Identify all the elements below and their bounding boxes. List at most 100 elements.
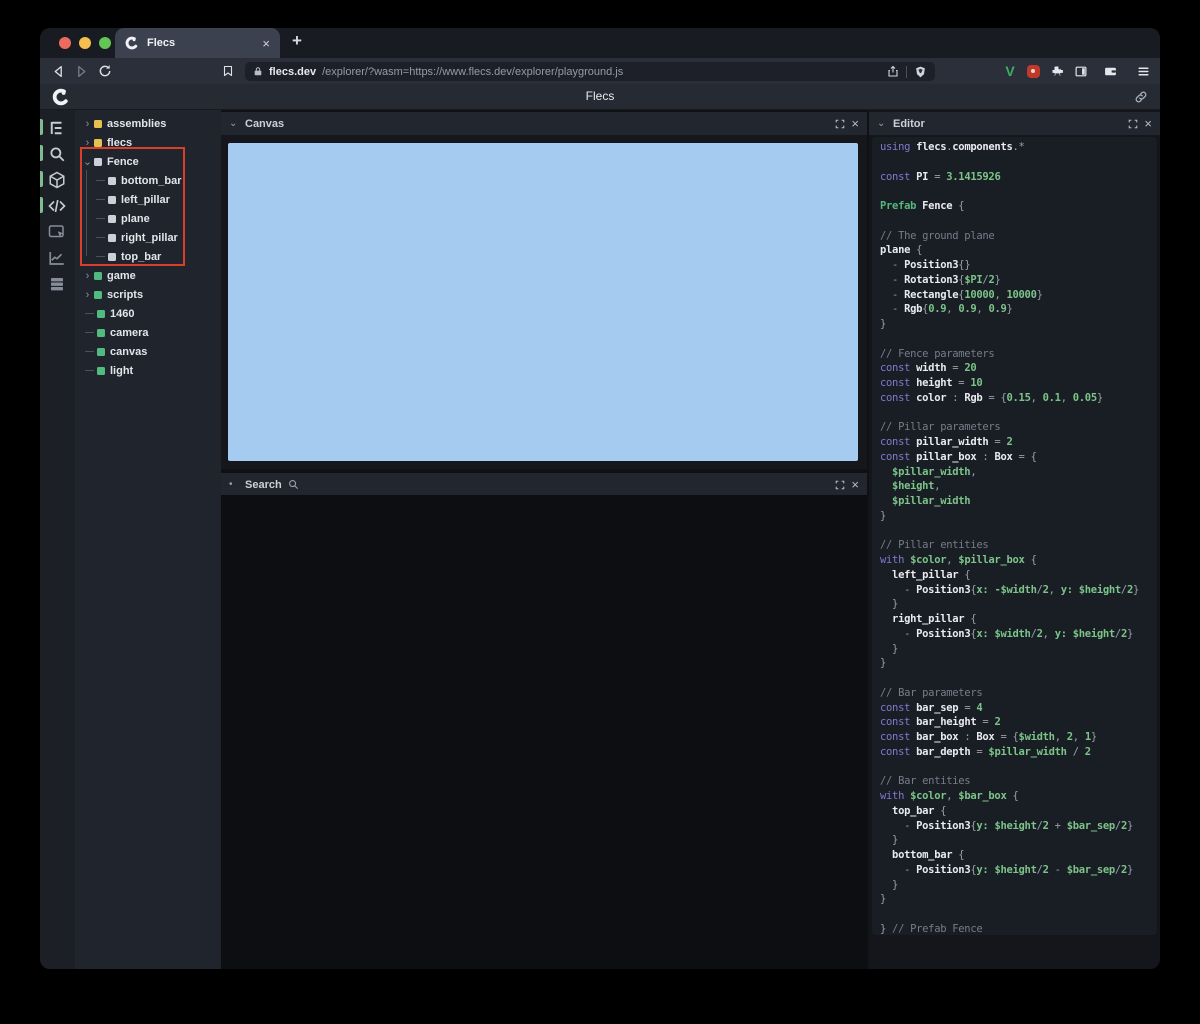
nav-inspector-icon[interactable]	[40, 220, 75, 244]
collapse-chevron-icon[interactable]: ⌄	[877, 118, 887, 129]
tree-item-light[interactable]: light	[75, 361, 221, 380]
tree-item-canvas[interactable]: canvas	[75, 342, 221, 361]
tree-item-game[interactable]: › game	[75, 266, 221, 285]
code-line: with $color, $pillar_box {	[880, 554, 1037, 566]
collapse-chevron-icon[interactable]: ⌄	[229, 118, 239, 129]
nav-search-icon[interactable]	[40, 142, 75, 166]
tree-item-Fence[interactable]: ⌄ Fence	[75, 152, 221, 171]
bookmark-icon[interactable]	[218, 61, 238, 81]
new-tab-button[interactable]: +	[292, 31, 302, 51]
tree-item-label: right_pillar	[121, 231, 178, 244]
fullscreen-icon[interactable]	[835, 480, 845, 490]
tree-connector-line	[86, 170, 87, 256]
screenshot-stage: Flecs × + flecs.dev /explorer/?wasm=http…	[0, 0, 1200, 1024]
tree-item-label: plane	[121, 212, 150, 225]
close-panel-icon[interactable]: ×	[1144, 116, 1152, 131]
code-line: // The ground plane	[880, 229, 995, 242]
canvas-panel-body	[221, 135, 867, 469]
code-line: const bar_sep = 4	[880, 701, 983, 714]
minimize-window-button[interactable]	[79, 37, 91, 49]
tree-item-assemblies[interactable]: › assemblies	[75, 114, 221, 133]
close-panel-icon[interactable]: ×	[851, 116, 859, 131]
nav-rows-icon[interactable]	[40, 272, 75, 296]
code-line: plane {	[880, 244, 923, 257]
nav-cube-icon[interactable]	[40, 168, 75, 192]
nav-code-icon[interactable]	[40, 194, 75, 218]
entity-square-icon	[108, 214, 116, 223]
chevron-right-icon[interactable]: ›	[81, 137, 94, 149]
back-icon[interactable]	[48, 61, 68, 81]
nav-tree-icon[interactable]	[40, 116, 75, 140]
url-bar[interactable]: flecs.dev /explorer/?wasm=https://www.fl…	[245, 62, 935, 81]
extension-v-icon[interactable]: V	[1000, 61, 1020, 81]
code-line: - Position3{x: -$width/2, y: $height/2}	[880, 583, 1140, 596]
tree-item-1460[interactable]: 1460	[75, 304, 221, 323]
browser-toolbar: flecs.dev /explorer/?wasm=https://www.fl…	[40, 58, 1160, 84]
close-window-button[interactable]	[59, 37, 71, 49]
tree-item-label: Fence	[107, 155, 139, 168]
menu-icon[interactable]	[1133, 61, 1153, 81]
code-line: }	[880, 878, 899, 891]
search-panel-header[interactable]: • Search ×	[221, 473, 867, 496]
code-line: const pillar_box : Box = {	[880, 450, 1037, 463]
flecs-favicon	[125, 36, 139, 50]
extensions-puzzle-icon[interactable]	[1047, 61, 1067, 81]
tree-item-bottom_bar[interactable]: bottom_bar	[75, 171, 221, 190]
tree-item-plane[interactable]: plane	[75, 209, 221, 228]
search-panel-body[interactable]	[221, 495, 867, 969]
editor-panel-title: Editor	[893, 117, 925, 130]
code-line: }	[880, 893, 887, 906]
entity-square-icon	[94, 157, 102, 166]
tab-close-icon[interactable]: ×	[262, 36, 270, 51]
collapse-dot-icon[interactable]: •	[229, 479, 239, 490]
link-icon[interactable]	[1134, 90, 1148, 104]
code-line: const width = 20	[880, 362, 977, 375]
chevron-right-icon[interactable]: ›	[81, 270, 94, 282]
code-line: // Bar entities	[880, 775, 971, 788]
brave-shield-icon[interactable]	[914, 65, 927, 79]
code-line: }	[880, 598, 899, 611]
code-line: const color : Rgb = {0.15, 0.1, 0.05}	[880, 391, 1103, 404]
entity-square-icon	[97, 309, 105, 318]
wallet-icon[interactable]	[1100, 61, 1120, 81]
entity-square-icon	[108, 233, 116, 242]
sidebar-toggle-icon[interactable]	[1071, 61, 1091, 81]
chevron-right-icon[interactable]: ›	[81, 118, 94, 130]
code-line: using flecs.components.*	[880, 141, 1025, 153]
leaf-dash	[85, 370, 94, 371]
nav-chart-icon[interactable]	[40, 246, 75, 270]
canvas-viewport[interactable]	[228, 143, 858, 461]
fullscreen-icon[interactable]	[835, 119, 845, 129]
fullscreen-icon[interactable]	[1128, 119, 1138, 129]
search-icon	[288, 480, 298, 490]
active-indicator	[40, 197, 43, 213]
chevron-down-icon[interactable]: ⌄	[81, 155, 94, 168]
canvas-panel-header[interactable]: ⌄ Canvas ×	[221, 112, 867, 135]
tree-item-scripts[interactable]: › scripts	[75, 285, 221, 304]
forward-icon[interactable]	[71, 61, 91, 81]
tree-item-flecs[interactable]: › flecs	[75, 133, 221, 152]
active-indicator	[40, 145, 43, 161]
chevron-right-icon[interactable]: ›	[81, 289, 94, 301]
browser-tab-strip: Flecs × +	[40, 28, 1160, 58]
code-line: with $color, $bar_box {	[880, 790, 1019, 802]
entity-square-icon	[94, 138, 102, 147]
browser-tab[interactable]: Flecs ×	[115, 28, 280, 58]
tree-item-right_pillar[interactable]: right_pillar	[75, 228, 221, 247]
reload-icon[interactable]	[95, 61, 115, 81]
editor-panel-header[interactable]: ⌄ Editor ×	[869, 112, 1160, 135]
entity-tree-panel: › assemblies › flecs ⌄ Fence bottom_bar left_pi…	[75, 110, 221, 969]
entity-square-icon	[108, 195, 116, 204]
extension-red-icon[interactable]	[1023, 61, 1043, 81]
share-icon[interactable]	[887, 65, 899, 78]
maximize-window-button[interactable]	[99, 37, 111, 49]
tree-item-top_bar[interactable]: top_bar	[75, 247, 221, 266]
code-line: }	[880, 642, 899, 655]
tree-item-camera[interactable]: camera	[75, 323, 221, 342]
close-panel-icon[interactable]: ×	[851, 477, 859, 492]
code-editor[interactable]: using flecs.components.* const PI = 3.141…	[872, 137, 1157, 935]
tree-item-left_pillar[interactable]: left_pillar	[75, 190, 221, 209]
code-line: right_pillar {	[880, 613, 977, 625]
